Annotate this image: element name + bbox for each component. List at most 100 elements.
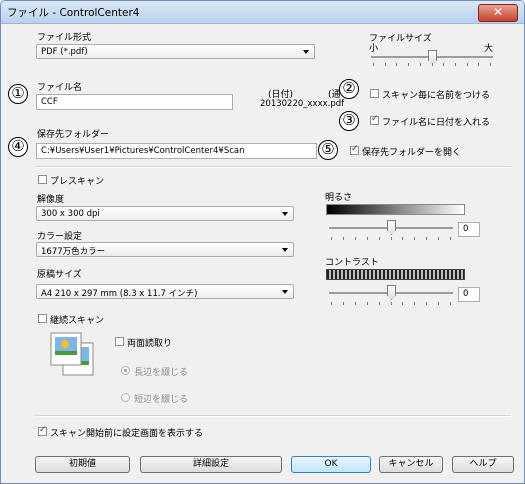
separator bbox=[35, 415, 511, 417]
color-setting-value: 1677万色カラー bbox=[41, 247, 106, 257]
document-size-select[interactable]: A4 210 x 297 mm (8.3 x 11.7 インチ) bbox=[36, 284, 294, 299]
window-title: ファイル - ControlCenter4 bbox=[7, 7, 140, 19]
slider-tick bbox=[379, 237, 380, 240]
open-folder-label: 保存先フォルダーを開く bbox=[362, 148, 462, 158]
contrast-pattern bbox=[326, 269, 465, 280]
slider-tick bbox=[443, 63, 444, 66]
check-icon: ✓ bbox=[39, 425, 47, 435]
duplex-pages-icon bbox=[50, 332, 94, 376]
continuous-scan-checkbox[interactable] bbox=[38, 314, 47, 323]
chevron-down-icon bbox=[282, 290, 288, 294]
short-edge-radio[interactable] bbox=[121, 393, 130, 402]
slider-tick bbox=[402, 237, 403, 240]
brightness-gradient bbox=[326, 204, 465, 215]
contrast-value-field[interactable]: 0 bbox=[458, 287, 480, 302]
file-size-small-label: 小 bbox=[369, 44, 379, 54]
insert-date-checkbox[interactable]: ✓ bbox=[370, 114, 379, 125]
show-settings-label: スキャン開始前に設定画面を表示する bbox=[50, 429, 204, 439]
slider-tick bbox=[438, 237, 439, 240]
slider-tick bbox=[367, 302, 368, 305]
slider-tick bbox=[478, 63, 479, 66]
color-setting-select[interactable]: 1677万色カラー bbox=[36, 242, 294, 257]
slider-tick bbox=[414, 237, 415, 240]
file-format-value: PDF (*.pdf) bbox=[41, 47, 88, 57]
slider-tick bbox=[450, 302, 451, 305]
slider-tick bbox=[373, 63, 374, 66]
prescan-label: プレスキャン bbox=[50, 177, 105, 187]
insert-date-label: ファイル名に日付を入れる bbox=[382, 118, 491, 128]
slider-tick bbox=[414, 302, 415, 305]
long-edge-label: 長辺を綴じる bbox=[134, 368, 189, 378]
slider-tick bbox=[426, 237, 427, 240]
callout-2: ② bbox=[339, 79, 359, 99]
title-bar[interactable]: ファイル - ControlCenter4 ✕ bbox=[1, 1, 524, 24]
file-format-label: ファイル形式 bbox=[37, 33, 92, 43]
slider-tick bbox=[343, 302, 344, 305]
slider-tick bbox=[331, 302, 332, 305]
file-size-large-label: 大 bbox=[484, 44, 494, 54]
prescan-checkbox[interactable] bbox=[38, 175, 47, 184]
destination-value: C:¥Users¥User1¥Pictures¥ControlCenter4¥S… bbox=[41, 146, 245, 156]
duplex-label: 両面読取り bbox=[127, 339, 173, 349]
destination-input[interactable]: C:¥Users¥User1¥Pictures¥ControlCenter4¥S… bbox=[36, 143, 317, 159]
brightness-slider-thumb[interactable] bbox=[387, 220, 396, 235]
close-button[interactable]: ✕ bbox=[478, 4, 518, 22]
contrast-slider-thumb[interactable] bbox=[387, 285, 396, 300]
callout-4: ④ bbox=[8, 137, 28, 157]
slider-tick bbox=[396, 63, 397, 66]
open-folder-checkbox[interactable]: ✓ bbox=[350, 144, 359, 155]
check-icon: ✓ bbox=[351, 144, 359, 154]
brightness-label: 明るさ bbox=[325, 193, 353, 203]
duplex-checkbox[interactable] bbox=[115, 337, 124, 346]
continuous-scan-label: 継続スキャン bbox=[50, 316, 105, 326]
chevron-down-icon bbox=[303, 50, 309, 54]
slider-tick bbox=[402, 302, 403, 305]
slider-tick bbox=[355, 237, 356, 240]
advanced-settings-button[interactable]: 詳細設定 bbox=[140, 456, 282, 473]
resolution-label: 解像度 bbox=[37, 195, 65, 205]
file-format-select[interactable]: PDF (*.pdf) bbox=[36, 44, 315, 59]
document-size-value: A4 210 x 297 mm (8.3 x 11.7 インチ) bbox=[41, 289, 198, 299]
contrast-value: 0 bbox=[463, 289, 469, 299]
ok-button[interactable]: OK bbox=[291, 456, 371, 473]
file-name-input[interactable]: CCF bbox=[36, 94, 233, 110]
callout-1: ① bbox=[8, 84, 28, 104]
check-icon: ✓ bbox=[371, 114, 379, 124]
slider-tick bbox=[343, 237, 344, 240]
show-settings-checkbox[interactable]: ✓ bbox=[38, 425, 47, 436]
file-name-sample: 20130220_xxxx.pdf bbox=[260, 99, 345, 109]
contrast-label: コントラスト bbox=[325, 258, 379, 268]
resolution-select[interactable]: 300 x 300 dpi bbox=[36, 206, 294, 221]
slider-tick bbox=[432, 63, 433, 66]
slider-tick bbox=[490, 63, 491, 66]
slider-tick bbox=[391, 237, 392, 240]
contrast-ticks bbox=[331, 302, 451, 305]
short-edge-label: 短辺を綴じる bbox=[134, 395, 189, 405]
slider-tick bbox=[331, 237, 332, 240]
name-each-scan-checkbox[interactable] bbox=[370, 89, 379, 98]
slider-tick bbox=[426, 302, 427, 305]
default-button[interactable]: 初期値 bbox=[35, 456, 130, 473]
long-edge-radio[interactable] bbox=[121, 366, 130, 375]
cancel-button[interactable]: キャンセル bbox=[379, 456, 443, 473]
slider-tick bbox=[408, 63, 409, 66]
slider-tick bbox=[391, 302, 392, 305]
slider-tick bbox=[467, 63, 468, 66]
file-size-label: ファイルサイズ bbox=[369, 34, 432, 44]
slider-tick bbox=[379, 302, 380, 305]
destination-label: 保存先フォルダー bbox=[37, 130, 110, 140]
brightness-value-field[interactable]: 0 bbox=[458, 222, 480, 237]
slider-tick bbox=[355, 302, 356, 305]
slider-tick bbox=[450, 237, 451, 240]
chevron-down-icon bbox=[282, 248, 288, 252]
document-size-label: 原稿サイズ bbox=[37, 270, 82, 280]
file-name-label: ファイル名 bbox=[37, 83, 83, 93]
dialog-window: ファイル - ControlCenter4 ✕ ファイル形式 PDF (*.pd… bbox=[0, 0, 525, 484]
name-each-scan-label: スキャン毎に名前をつける bbox=[382, 91, 491, 101]
slider-tick bbox=[385, 63, 386, 66]
slider-tick bbox=[438, 302, 439, 305]
brightness-ticks bbox=[331, 237, 451, 240]
close-icon[interactable]: ✕ bbox=[493, 5, 503, 19]
separator bbox=[35, 166, 511, 168]
help-button[interactable]: ヘルプ bbox=[452, 456, 514, 473]
